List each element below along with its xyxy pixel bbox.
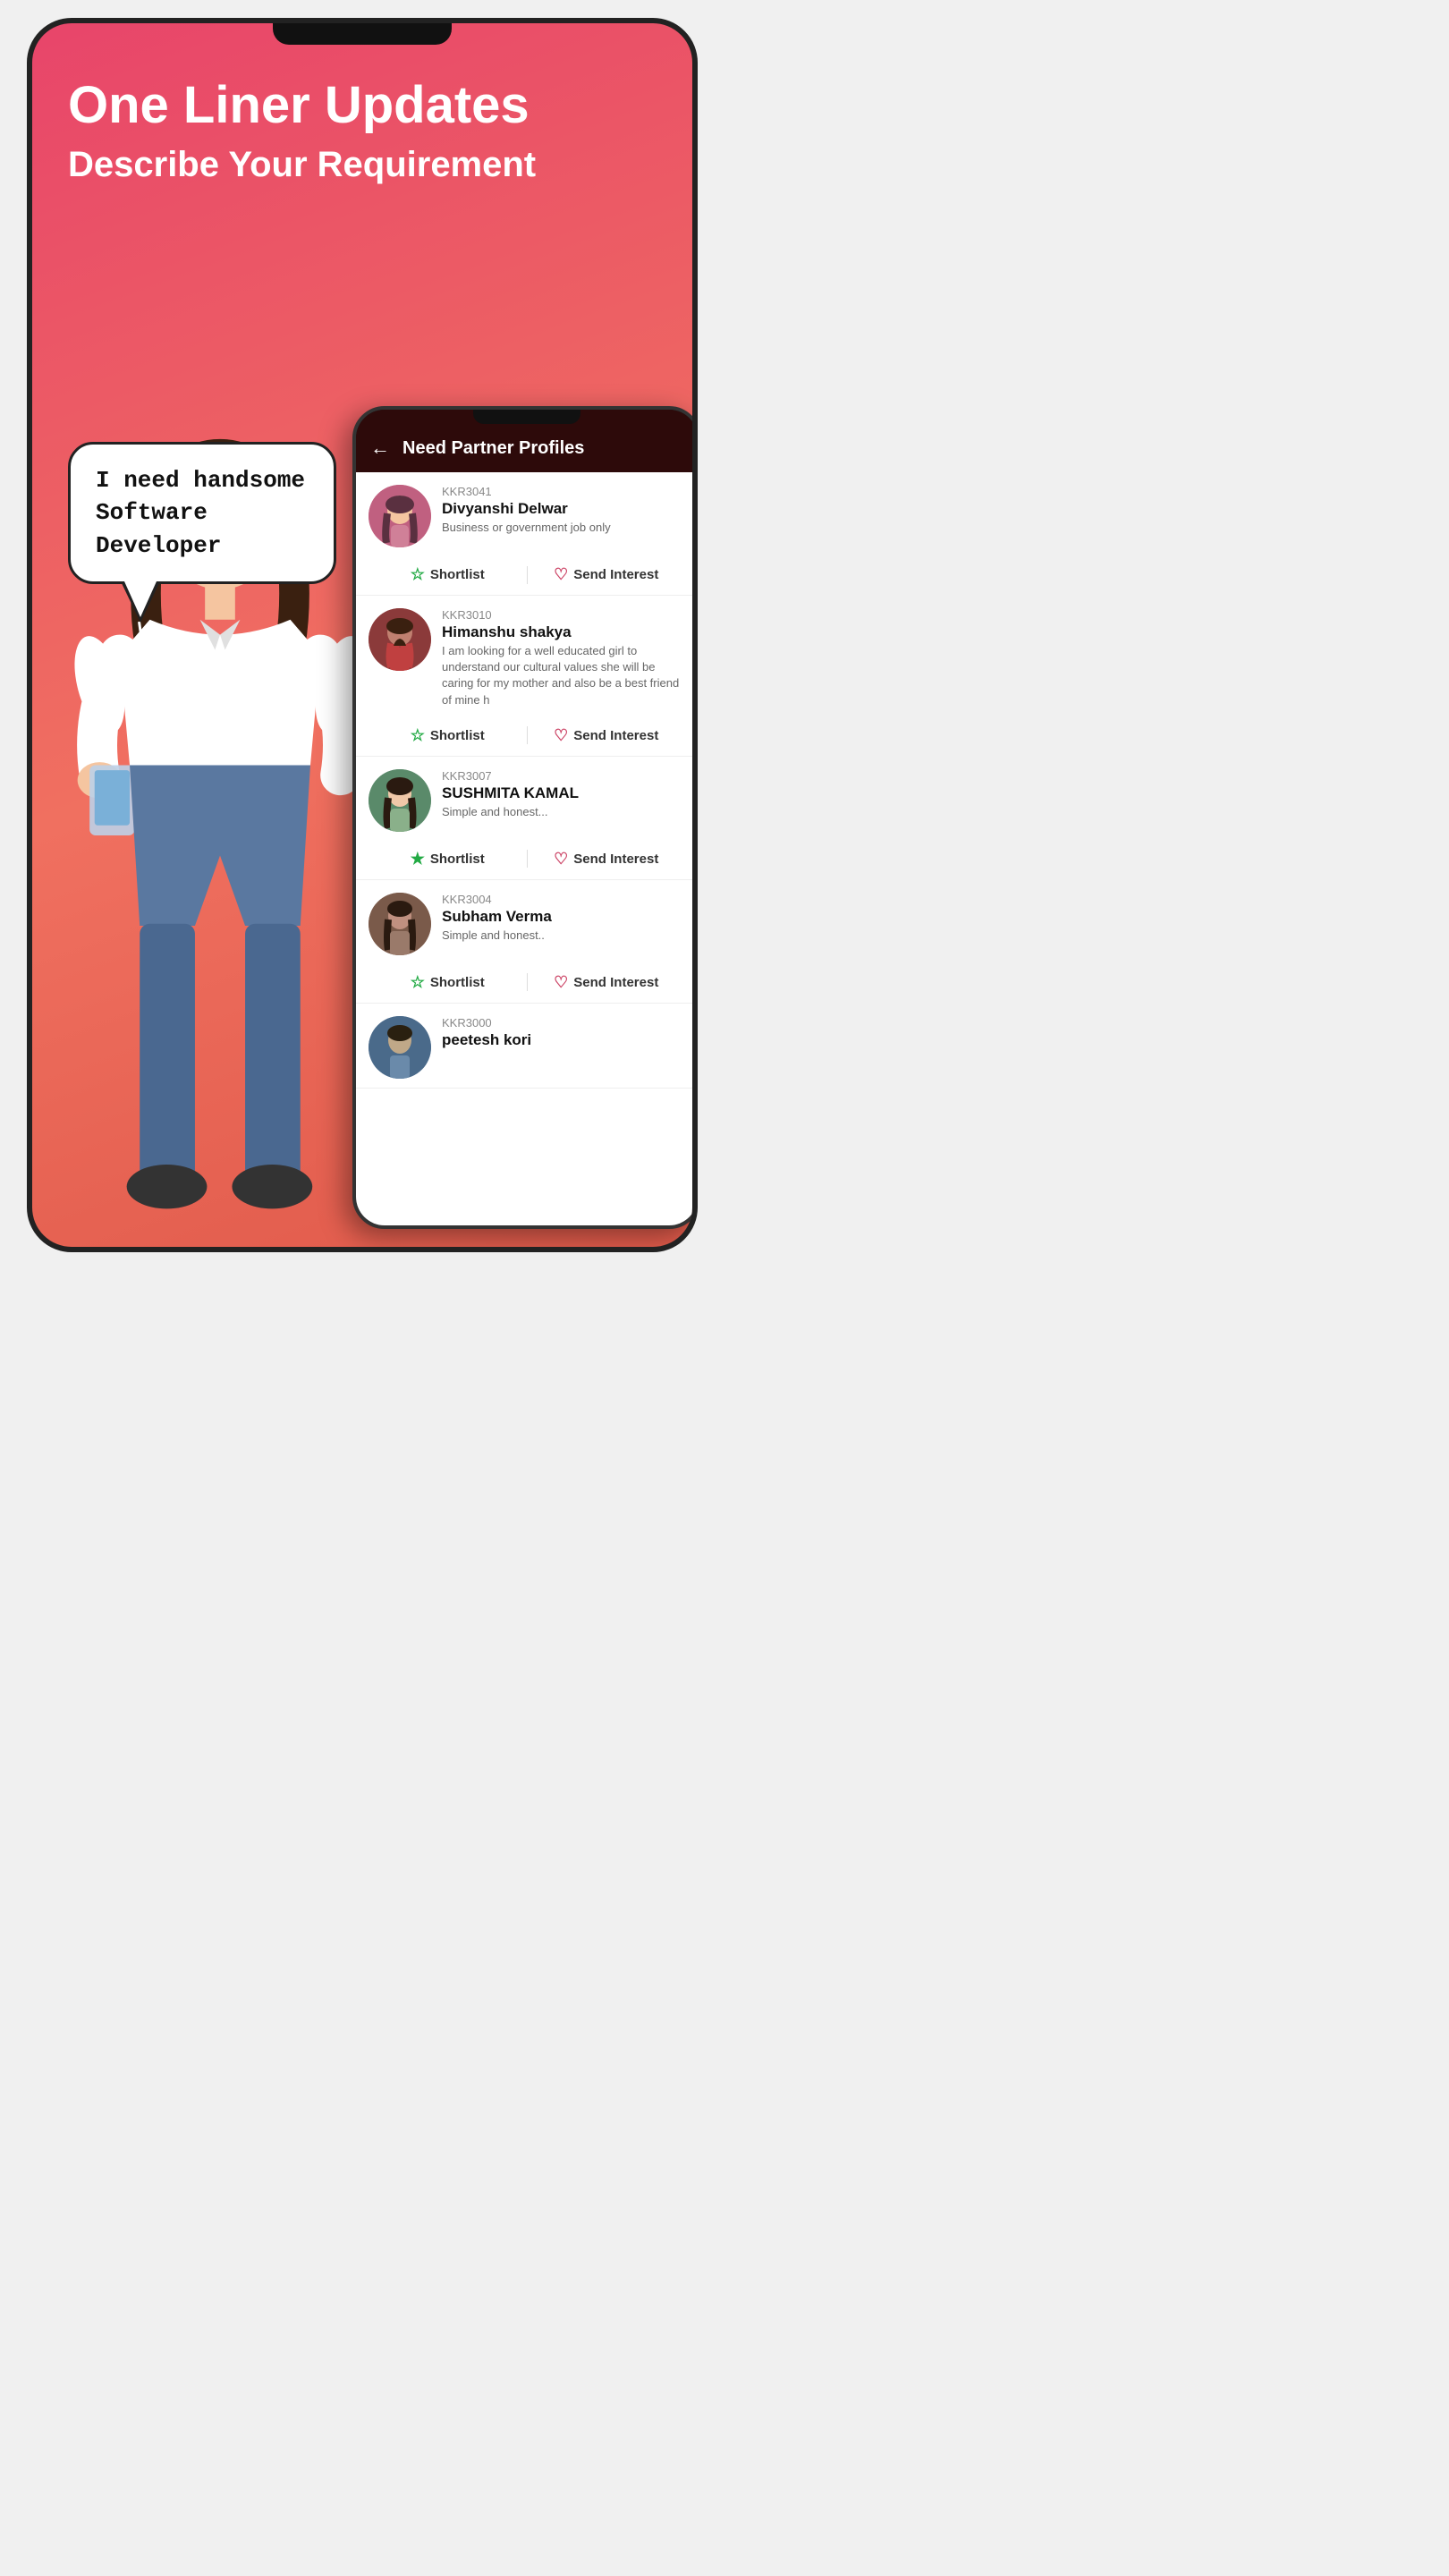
profile-list: KKR3041 Divyanshi Delwar Business or gov… — [356, 472, 698, 1225]
send-interest-label-2: Send Interest — [573, 728, 658, 743]
profile-id-5: KKR3000 — [442, 1016, 685, 1030]
heart-icon-1: ♡ — [554, 565, 568, 584]
shortlist-label-4: Shortlist — [430, 975, 485, 990]
profile-id-4: KKR3004 — [442, 893, 685, 906]
hero-title: One Liner Updates — [68, 77, 657, 134]
avatar-divyanshi — [369, 485, 431, 547]
shortlist-btn-3[interactable]: ★ Shortlist — [369, 850, 527, 869]
profile-bio-4: Simple and honest.. — [442, 928, 685, 944]
profile-item-3[interactable]: KKR3007 SUSHMITA KAMAL Simple and honest… — [356, 757, 698, 880]
profile-id-1: KKR3041 — [442, 485, 685, 498]
hero-section: One Liner Updates Describe Your Requirem… — [32, 23, 692, 222]
inner-phone: ← Need Partner Profiles — [352, 406, 698, 1229]
heart-icon-3: ♡ — [554, 850, 568, 869]
outer-phone-notch — [273, 23, 452, 45]
heart-icon-4: ♡ — [554, 973, 568, 992]
avatar-himanshu — [369, 608, 431, 671]
star-icon-2: ☆ — [411, 726, 425, 745]
shortlist-btn-1[interactable]: ☆ Shortlist — [369, 565, 527, 584]
profile-id-3: KKR3007 — [442, 769, 685, 783]
shortlist-btn-2[interactable]: ☆ Shortlist — [369, 726, 527, 745]
back-button[interactable]: ← — [370, 436, 390, 460]
profile-item-1[interactable]: KKR3041 Divyanshi Delwar Business or gov… — [356, 472, 698, 596]
avatar-subham — [369, 893, 431, 955]
profile-name-2: Himanshu shakya — [442, 623, 685, 641]
send-interest-btn-1[interactable]: ♡ Send Interest — [528, 565, 686, 584]
profile-name-1: Divyanshi Delwar — [442, 500, 685, 518]
shortlist-btn-4[interactable]: ☆ Shortlist — [369, 973, 527, 992]
send-interest-btn-3[interactable]: ♡ Send Interest — [528, 850, 686, 869]
profile-id-2: KKR3010 — [442, 608, 685, 622]
bottom-section: I need handsomeSoftware Developer — [32, 388, 692, 1247]
hero-subtitle: Describe Your Requirement — [68, 143, 657, 186]
send-interest-btn-4[interactable]: ♡ Send Interest — [528, 973, 686, 992]
send-interest-label-3: Send Interest — [573, 852, 658, 867]
profile-name-5: peetesh kori — [442, 1031, 685, 1049]
speech-text: I need handsomeSoftware Developer — [96, 467, 305, 559]
shortlist-label-2: Shortlist — [430, 728, 485, 743]
profile-name-3: SUSHMITA KAMAL — [442, 784, 685, 802]
profile-bio-1: Business or government job only — [442, 520, 685, 536]
star-icon-1: ☆ — [411, 565, 425, 584]
inner-phone-notch — [473, 410, 580, 424]
profile-item-2[interactable]: KKR3010 Himanshu shakya I am looking for… — [356, 596, 698, 757]
shortlist-label-1: Shortlist — [430, 567, 485, 582]
app-header-title: Need Partner Profiles — [402, 438, 584, 459]
profile-item-5[interactable]: KKR3000 peetesh kori — [356, 1004, 698, 1089]
speech-bubble: I need handsomeSoftware Developer — [68, 442, 336, 584]
send-interest-label-1: Send Interest — [573, 567, 658, 582]
outer-phone: One Liner Updates Describe Your Requirem… — [27, 18, 698, 1252]
profile-item-4[interactable]: KKR3004 Subham Verma Simple and honest..… — [356, 880, 698, 1004]
profile-name-4: Subham Verma — [442, 908, 685, 926]
star-icon-4: ☆ — [411, 973, 425, 992]
send-interest-label-4: Send Interest — [573, 975, 658, 990]
profile-bio-3: Simple and honest... — [442, 804, 685, 820]
avatar-sushmita — [369, 769, 431, 832]
star-filled-icon-3: ★ — [411, 850, 425, 869]
send-interest-btn-2[interactable]: ♡ Send Interest — [528, 726, 686, 745]
profile-bio-2: I am looking for a well educated girl to… — [442, 643, 685, 708]
heart-icon-2: ♡ — [554, 726, 568, 745]
shortlist-label-3: Shortlist — [430, 852, 485, 867]
avatar-peetesh — [369, 1016, 431, 1079]
